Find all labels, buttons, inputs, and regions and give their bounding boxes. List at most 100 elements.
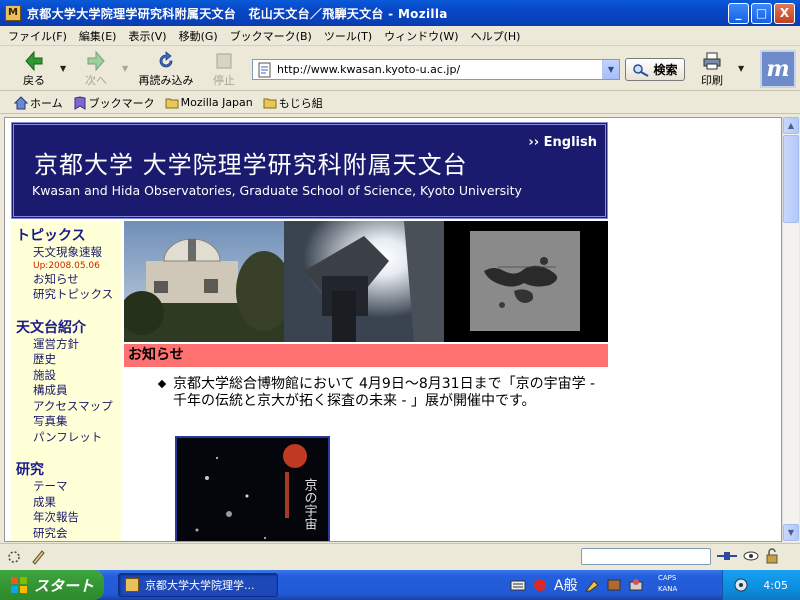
home-icon: [14, 95, 28, 109]
bookmark-mozillagumi[interactable]: もじら組: [263, 95, 323, 111]
mozilla-logo[interactable]: m: [760, 50, 796, 88]
english-link[interactable]: ›› English: [528, 135, 597, 150]
start-label: スタート: [34, 576, 95, 595]
stop-button[interactable]: 停止: [206, 49, 242, 89]
sidebar-item-notices[interactable]: お知らせ: [16, 272, 121, 288]
forward-button[interactable]: 次へ: [76, 49, 116, 89]
url-input[interactable]: [277, 63, 602, 76]
print-button[interactable]: 印刷: [694, 49, 730, 89]
maximize-button[interactable]: □: [751, 2, 772, 24]
taskbar-item-browser[interactable]: 京都大学大学院理学...: [118, 573, 278, 597]
site-header: 京都大学 大学院理学研究科附属天文台 Kwasan and Hida Obser…: [11, 122, 608, 219]
taskbar: スタート 京都大学大学院理学... A般 CAPS KANA 4:05: [0, 570, 800, 600]
back-arrow-icon: [25, 51, 43, 71]
ime-pad-icon[interactable]: [532, 577, 548, 593]
caps-label: CAPS: [658, 574, 677, 582]
sidebar-item-workshops[interactable]: 研究会: [16, 526, 121, 542]
minimize-button[interactable]: _: [728, 2, 749, 24]
url-bar[interactable]: ▼: [252, 59, 620, 80]
sidebar-heading-research[interactable]: 研究: [16, 459, 121, 479]
scroll-thumb[interactable]: [783, 135, 799, 223]
sidebar-item-members[interactable]: 構成員: [16, 383, 121, 399]
system-tray: 4:05: [722, 570, 800, 600]
back-history-dropdown-icon[interactable]: ▼: [60, 64, 66, 73]
view-source-icon[interactable]: [742, 548, 760, 564]
windows-flag-icon: [11, 577, 27, 593]
menu-tools[interactable]: ツール(T): [324, 28, 372, 44]
menu-edit[interactable]: 編集(E): [79, 28, 117, 44]
bookmarks-icon: [74, 95, 86, 110]
list-item[interactable]: 京都大学総合博物館において 4月9日～8月31日まで「京の宇宙学 - 千年の伝統…: [153, 376, 601, 410]
notice-list: 京都大学総合博物館において 4月9日～8月31日まで「京の宇宙学 - 千年の伝統…: [153, 376, 601, 410]
sidebar-item-history[interactable]: 歴史: [16, 352, 121, 368]
print-dropdown-icon[interactable]: ▼: [738, 64, 744, 73]
sidebar-item-photos[interactable]: 写真集: [16, 414, 121, 430]
poster-graphic: 京の宇宙: [177, 438, 328, 541]
bookmark-menu-label: ブックマーク: [88, 96, 155, 110]
sidebar-item-access-map[interactable]: アクセスマップ: [16, 399, 121, 415]
bookmark-mozillagumi-label: もじら組: [278, 96, 323, 110]
back-button[interactable]: 戻る: [14, 49, 54, 89]
reload-button[interactable]: 再読み込み: [136, 49, 196, 89]
sidebar-item-facilities[interactable]: 施設: [16, 368, 121, 384]
notice-item-text: 京都大学総合博物館において 4月9日～8月31日まで「京の宇宙学 - 千年の伝統…: [173, 376, 596, 409]
sidebar-item-astro-news[interactable]: 天文現象速報: [16, 245, 121, 261]
menu-bookmarks[interactable]: ブックマーク(B): [230, 28, 312, 44]
sidebar-heading-topics[interactable]: トピックス: [16, 225, 121, 245]
online-status-icon[interactable]: [716, 548, 738, 564]
menu-help[interactable]: ヘルプ(H): [471, 28, 521, 44]
menu-file[interactable]: ファイル(F): [8, 28, 67, 44]
forward-label: 次へ: [85, 74, 107, 87]
scroll-down-icon[interactable]: ▼: [783, 524, 799, 541]
bookmark-mozilla-japan[interactable]: Mozilla Japan: [165, 96, 253, 110]
ime-tools-icon[interactable]: [584, 577, 600, 593]
menu-view[interactable]: 表示(V): [128, 28, 166, 44]
clock[interactable]: 4:05: [763, 579, 788, 592]
caps-kana-indicator[interactable]: CAPS KANA: [658, 573, 677, 595]
sidebar-heading-about[interactable]: 天文台紹介: [16, 317, 121, 337]
window-titlebar[interactable]: M 京都大学大学院理学研究科附属天文台 花山天文台／飛騨天文台 - Mozill…: [0, 0, 800, 26]
url-dropdown-icon[interactable]: ▼: [602, 60, 619, 79]
bookmark-menu[interactable]: ブックマーク: [73, 95, 155, 111]
exhibition-poster-image[interactable]: 京の宇宙: [175, 436, 330, 541]
bookmark-home[interactable]: ホーム: [14, 95, 63, 111]
security-lock-icon[interactable]: [764, 548, 782, 564]
notice-heading: お知らせ: [128, 347, 184, 363]
ime-settings-icon[interactable]: [628, 577, 644, 593]
sidebar-item-results[interactable]: 成果: [16, 495, 121, 511]
volume-icon[interactable]: [733, 577, 749, 593]
ime-toolbar: A般: [510, 572, 644, 598]
ime-dictionary-icon[interactable]: [606, 577, 622, 593]
window-title: 京都大学大学院理学研究科附属天文台 花山天文台／飛騨天文台 - Mozilla: [27, 6, 448, 21]
ime-mode-label[interactable]: A般: [554, 575, 578, 595]
english-link-label: English: [543, 135, 597, 150]
mozilla-app-icon: M: [5, 5, 21, 21]
sidebar-item-research-topics[interactable]: 研究トピックス: [16, 287, 121, 303]
keyboard-icon[interactable]: [510, 578, 526, 592]
sidebar-item-annual-report[interactable]: 年次報告: [16, 510, 121, 526]
update-date: Up:2008.05.06: [33, 260, 100, 271]
sidebar-item-themes[interactable]: テーマ: [16, 479, 121, 495]
vertical-scrollbar[interactable]: ▲ ▼: [782, 117, 799, 542]
activity-icon[interactable]: [6, 549, 22, 565]
scroll-up-icon[interactable]: ▲: [783, 117, 799, 134]
bookmark-home-label: ホーム: [30, 96, 63, 110]
bullet-icon: [157, 379, 167, 389]
personal-toolbar: ホーム ブックマーク Mozilla Japan もじら組: [0, 92, 800, 114]
forward-history-dropdown-icon[interactable]: ▼: [122, 64, 128, 73]
menu-go[interactable]: 移動(G): [179, 28, 218, 44]
status-progress-field: [581, 548, 711, 565]
sidebar-item-pamphlet[interactable]: パンフレット: [16, 430, 121, 446]
telescope-photo: [284, 221, 444, 342]
menu-window[interactable]: ウィンドウ(W): [384, 28, 458, 44]
search-icon: [633, 63, 649, 77]
menu-bar: ファイル(F) 編集(E) 表示(V) 移動(G) ブックマーク(B) ツール(…: [0, 26, 800, 46]
start-button[interactable]: スタート: [0, 570, 104, 600]
search-button[interactable]: 検索: [625, 58, 685, 81]
close-button[interactable]: X: [774, 2, 795, 24]
page-viewport[interactable]: 京都大学 大学院理学研究科附属天文台 Kwasan and Hida Obser…: [4, 117, 782, 542]
forward-arrow-icon: [87, 51, 105, 71]
taskbar-item-label: 京都大学大学院理学...: [145, 579, 255, 592]
sidebar-item-policy[interactable]: 運営方針: [16, 337, 121, 353]
composer-icon[interactable]: [30, 549, 46, 565]
